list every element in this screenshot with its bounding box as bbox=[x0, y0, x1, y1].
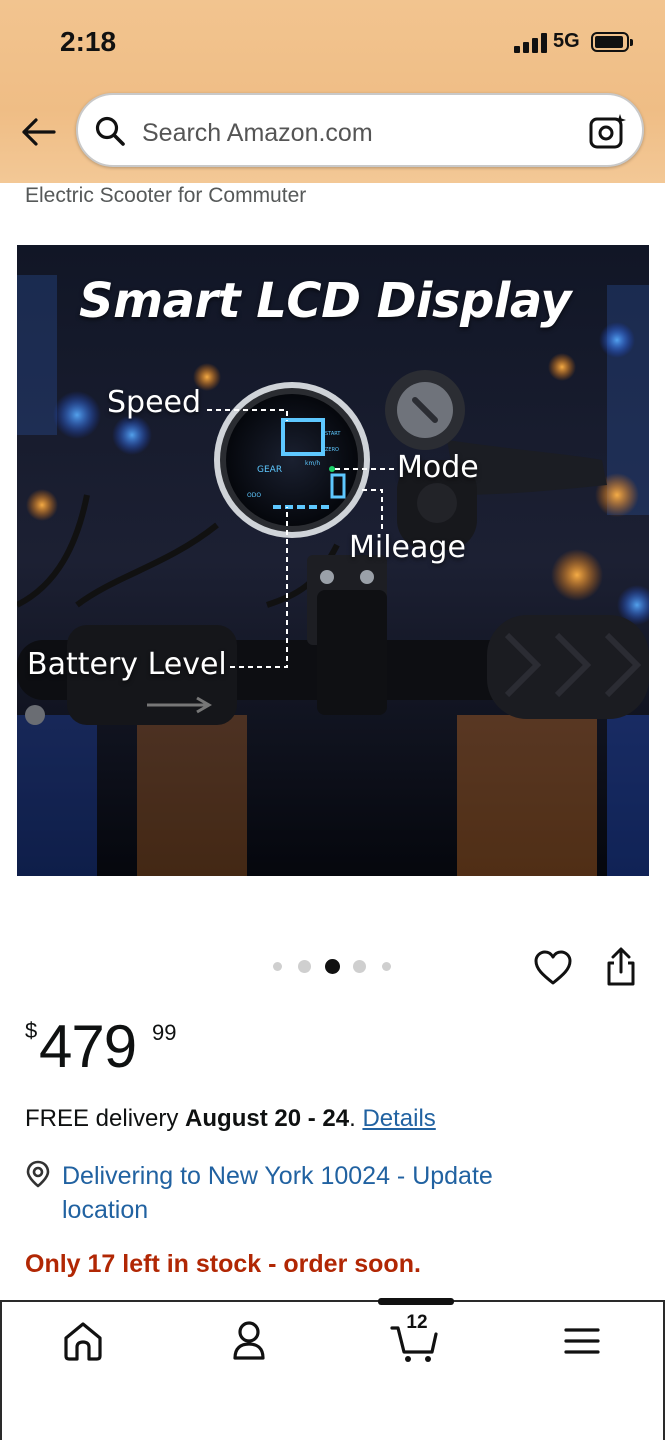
search-input[interactable]: Search Amazon.com bbox=[76, 93, 644, 167]
delivery-prefix: FREE delivery bbox=[25, 1105, 186, 1132]
carousel-dot[interactable] bbox=[353, 960, 366, 973]
search-placeholder: Search Amazon.com bbox=[142, 119, 373, 147]
carousel-dot[interactable] bbox=[273, 962, 282, 971]
carousel-dot[interactable] bbox=[298, 960, 311, 973]
app-header: 2:18 5G Search Amazon.com bbox=[0, 0, 665, 183]
callout-battery-level: Battery Level bbox=[27, 647, 227, 682]
hamburger-menu-icon bbox=[564, 1328, 600, 1354]
image-headline: Smart LCD Display bbox=[79, 273, 572, 329]
tab-home[interactable] bbox=[58, 1318, 108, 1364]
stock-warning: Only 17 left in stock - order soon. bbox=[25, 1250, 421, 1278]
cellular-signal-icon bbox=[514, 33, 548, 53]
svg-text:GEAR: GEAR bbox=[257, 465, 282, 475]
svg-text:ODO: ODO bbox=[247, 492, 261, 499]
svg-text:km/h: km/h bbox=[305, 460, 320, 467]
price-fraction: 99 bbox=[152, 1020, 177, 1045]
status-bar: 2:18 5G bbox=[0, 0, 665, 88]
battery-icon bbox=[591, 32, 633, 52]
share-icon[interactable] bbox=[601, 946, 641, 988]
svg-text:START: START bbox=[325, 431, 341, 437]
delivery-suffix: . bbox=[349, 1105, 363, 1132]
callout-mode: Mode bbox=[397, 450, 479, 485]
camera-lens-icon[interactable] bbox=[588, 112, 628, 152]
heart-icon[interactable] bbox=[533, 948, 573, 988]
tab-account[interactable] bbox=[224, 1318, 274, 1364]
network-type: 5G bbox=[553, 30, 580, 52]
tab-menu[interactable] bbox=[557, 1318, 607, 1364]
status-time: 2:18 bbox=[60, 26, 117, 57]
arrow-left-icon bbox=[22, 118, 56, 146]
home-icon bbox=[64, 1322, 102, 1361]
delivery-details-link[interactable]: Details bbox=[362, 1105, 435, 1132]
active-tab-indicator bbox=[378, 1298, 454, 1305]
back-arrow-button[interactable] bbox=[18, 112, 58, 152]
person-icon bbox=[233, 1321, 265, 1360]
delivery-location-link[interactable]: Delivering to New York 10024 - Update lo… bbox=[62, 1159, 582, 1227]
scooter-display-illustration: GEAR ODO km/h START ZERO bbox=[17, 245, 649, 876]
product-title: Electric Scooter for Commuter bbox=[25, 184, 307, 207]
search-icon bbox=[95, 116, 125, 146]
tab-cart[interactable]: 12 bbox=[390, 1312, 440, 1364]
cart-count-badge: 12 bbox=[406, 1312, 428, 1333]
carousel-dot-active[interactable] bbox=[325, 959, 340, 974]
delivery-info: FREE delivery August 20 - 24. Details bbox=[25, 1105, 436, 1133]
svg-text:ZERO: ZERO bbox=[325, 447, 339, 453]
carousel-dot[interactable] bbox=[382, 962, 391, 971]
location-pin-icon bbox=[26, 1160, 50, 1188]
delivery-dates: August 20 - 24 bbox=[185, 1105, 350, 1132]
price-whole: 479 bbox=[39, 1013, 137, 1080]
callout-mileage: Mileage bbox=[349, 530, 466, 565]
price-currency: $ bbox=[25, 1018, 38, 1043]
product-image[interactable]: GEAR ODO km/h START ZERO Smart LCD Displ… bbox=[17, 245, 649, 876]
image-carousel-dots[interactable] bbox=[270, 958, 400, 974]
callout-speed: Speed bbox=[107, 385, 202, 420]
